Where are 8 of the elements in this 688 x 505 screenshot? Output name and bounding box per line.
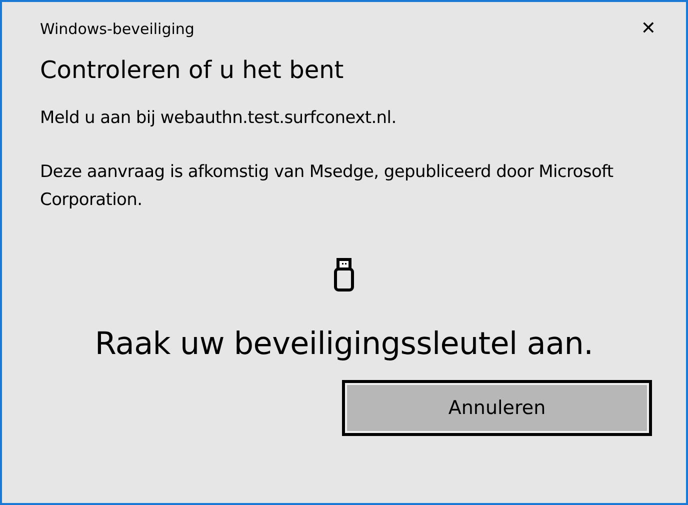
message-text: Deze aanvraag is afkomstig van Msedge, gepubliceerd door Microsoft Corporation.	[40, 161, 614, 212]
usb-key-icon	[334, 258, 354, 292]
close-button[interactable]: ✕	[636, 18, 660, 40]
dialog-heading: Controleren of u het bent	[39, 55, 345, 86]
cancel-button[interactable]: Annuleren	[342, 380, 652, 436]
message-text: Meld u aan bij webauthn.test.surfconext.nl.	[40, 107, 398, 130]
prompt-text: Raak uw beveiligingssleutel aan.	[94, 325, 594, 364]
window-title: Windows-beveiliging	[40, 19, 194, 40]
